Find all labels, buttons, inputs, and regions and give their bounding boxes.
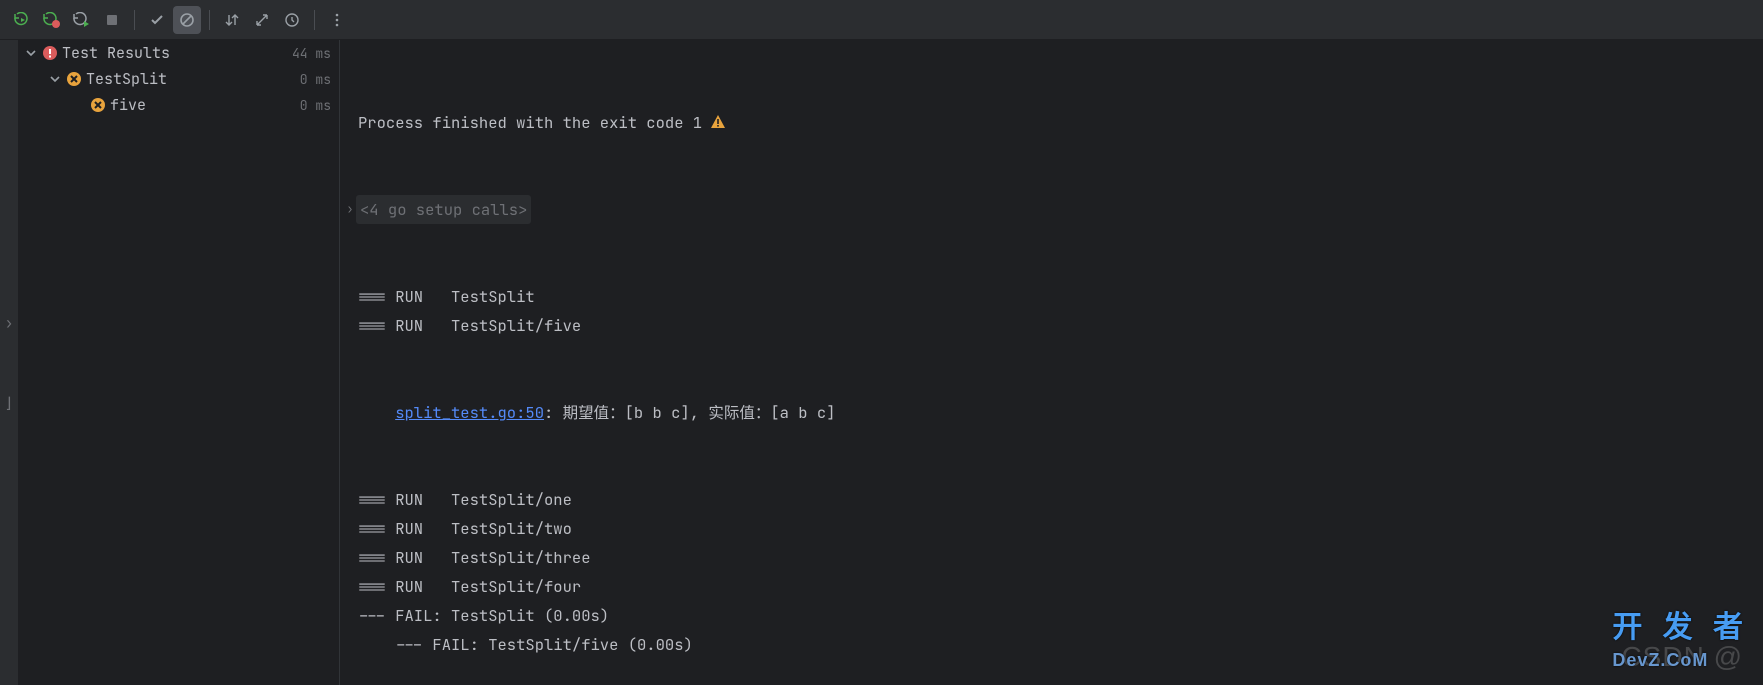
fold-line[interactable]: ›<4 go setup calls>	[344, 195, 1763, 224]
warning-icon	[710, 114, 726, 130]
console-line: --- FAIL: TestSplit/five (0.00s)	[344, 630, 1763, 659]
console-line	[344, 659, 1763, 685]
test-tree-panel: Test Results 44 ms TestSplit 0 ms five 0…	[18, 40, 340, 685]
console-line: === RUN TestSplit/five	[344, 311, 1763, 340]
console-output[interactable]: Process finished with the exit code 1 ›<…	[340, 40, 1763, 685]
tree-suite-label: TestSplit	[86, 69, 300, 89]
gutter-icon[interactable]: ›	[4, 313, 13, 333]
left-gutter: › ⌋	[0, 40, 18, 685]
rerun-button[interactable]	[8, 6, 36, 34]
main-area: › ⌋ Test Results 44 ms TestSplit 0 ms	[0, 40, 1763, 685]
console-line: --- FAIL: TestSplit (0.00s)	[344, 601, 1763, 630]
show-passed-button[interactable]	[143, 6, 171, 34]
console-line: === RUN TestSplit/four	[344, 572, 1763, 601]
gutter-icon[interactable]: ⌋	[4, 393, 13, 413]
show-ignored-button[interactable]	[173, 6, 201, 34]
history-button[interactable]	[278, 6, 306, 34]
tree-test-label: five	[110, 95, 300, 115]
chevron-down-icon	[48, 74, 62, 84]
toolbar	[0, 0, 1763, 40]
chevron-right-icon: ›	[344, 195, 356, 224]
more-button[interactable]	[323, 6, 351, 34]
rerun-failed-button[interactable]	[38, 6, 66, 34]
tree-root-label: Test Results	[62, 43, 292, 63]
collapse-button[interactable]	[248, 6, 276, 34]
toggle-auto-test-button[interactable]	[68, 6, 96, 34]
console-line: === RUN TestSplit/three	[344, 543, 1763, 572]
tree-root-row[interactable]: Test Results 44 ms	[18, 40, 339, 66]
tree-test-row[interactable]: five 0 ms	[18, 92, 339, 118]
separator	[134, 10, 135, 30]
error-icon	[42, 45, 58, 61]
tree-root-time: 44 ms	[292, 45, 331, 62]
chevron-down-icon	[24, 48, 38, 58]
tree-suite-row[interactable]: TestSplit 0 ms	[18, 66, 339, 92]
sort-button[interactable]	[218, 6, 246, 34]
console-line: === RUN TestSplit	[344, 282, 1763, 311]
tree-suite-time: 0 ms	[300, 71, 331, 88]
watermark-devz: 开 发 者DevZ.CoM	[1612, 613, 1749, 675]
exit-code-line: Process finished with the exit code 1	[344, 108, 1763, 137]
file-link[interactable]: split_test.go:50	[395, 402, 544, 423]
console-line: === RUN TestSplit/one	[344, 485, 1763, 514]
console-line: === RUN TestSplit/two	[344, 514, 1763, 543]
stop-button[interactable]	[98, 6, 126, 34]
fail-icon	[90, 97, 106, 113]
separator	[314, 10, 315, 30]
error-line: split_test.go:50: 期望值：[b b c], 实际值：[a b …	[344, 398, 1763, 427]
fail-icon	[66, 71, 82, 87]
separator	[209, 10, 210, 30]
tree-test-time: 0 ms	[300, 97, 331, 114]
